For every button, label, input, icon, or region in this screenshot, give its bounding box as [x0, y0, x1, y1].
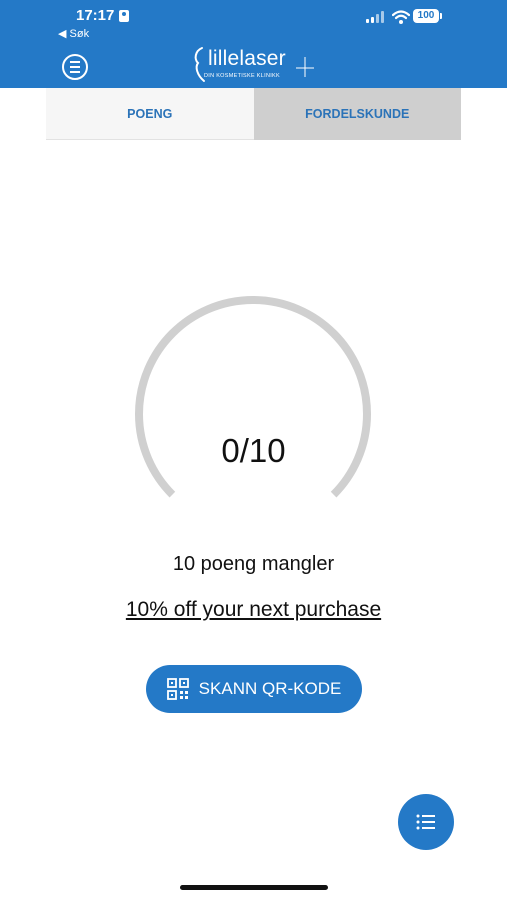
person-icon [119, 10, 129, 22]
wifi-icon [392, 10, 410, 24]
back-to-search-link[interactable]: ◀ Søk [58, 27, 89, 40]
qr-code-icon [166, 678, 189, 700]
tab-poeng[interactable]: POENG [46, 88, 254, 140]
tab-fordelskunde[interactable]: FORDELSKUNDE [253, 88, 461, 140]
app-header: 17:17 ◀ Søk 100 lillelaser DIN KOSMETISK… [0, 0, 507, 88]
logo-face-icon [194, 47, 205, 82]
scan-qr-button[interactable]: SKANN QR-KODE [146, 665, 362, 713]
points-gauge [135, 296, 371, 498]
list-fab-button[interactable] [398, 794, 454, 850]
scan-qr-label: SKANN QR-KODE [198, 679, 342, 698]
tab-bar: POENG FORDELSKUNDE [46, 88, 461, 140]
logo-subtitle: DIN KOSMETISKE KLINIKK [204, 73, 280, 79]
list-icon [416, 814, 435, 830]
points-counter: 0/10 [221, 432, 286, 469]
sparkle-icon [296, 57, 314, 77]
points-missing-text: 10 poeng mangler [172, 553, 335, 575]
battery-indicator: 100 [413, 9, 442, 23]
status-time: 17:17 [76, 7, 115, 24]
menu-icon [70, 61, 80, 63]
logo: lillelaser DIN KOSMETISKE KLINIKK [190, 45, 320, 85]
logo-text: lillelaser [208, 47, 286, 70]
menu-button[interactable] [62, 54, 88, 80]
reward-link[interactable]: 10% off your next purchase [0, 598, 507, 622]
signal-icon [366, 11, 388, 23]
home-indicator [180, 885, 328, 890]
